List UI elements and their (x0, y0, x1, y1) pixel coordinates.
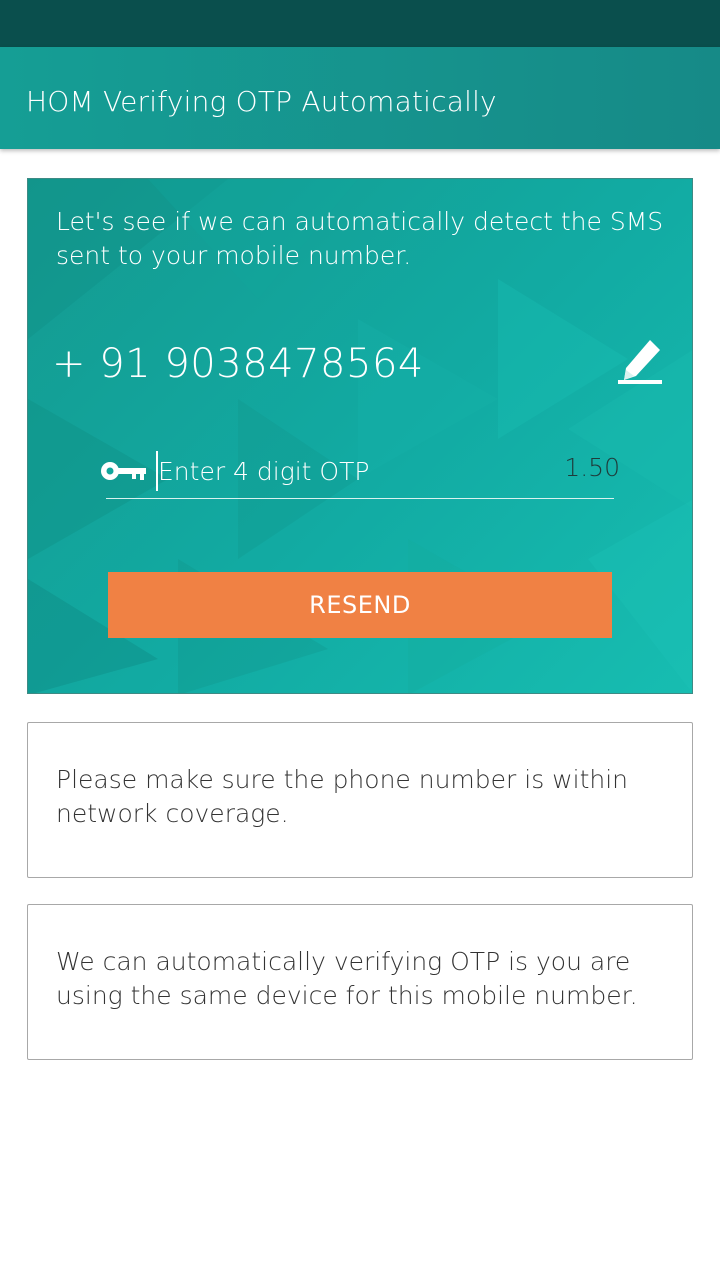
network-coverage-note: Please make sure the phone number is wit… (27, 722, 693, 878)
phone-number: + 91 9038478564 (52, 341, 424, 387)
otp-input[interactable] (158, 451, 508, 491)
note-text: Please make sure the phone number is wit… (56, 765, 629, 828)
otp-timer: 1.50 (564, 453, 620, 482)
otp-field-row: 1.50 (100, 445, 620, 501)
app-bar: HOM Verifying OTP Automatically (0, 47, 720, 149)
resend-button[interactable]: RESEND (108, 572, 612, 638)
same-device-note: We can automatically verifying OTP is yo… (27, 904, 693, 1060)
status-bar (0, 0, 720, 47)
note-text: We can automatically verifying OTP is yo… (56, 947, 638, 1010)
app-title: HOM Verifying OTP Automatically (26, 85, 497, 118)
otp-card: Let's see if we can automatically detect… (27, 178, 693, 694)
key-icon (101, 462, 146, 480)
otp-description: Let's see if we can automatically detect… (56, 207, 664, 270)
otp-underline (106, 498, 614, 499)
pencil-edit-icon[interactable] (616, 334, 664, 386)
